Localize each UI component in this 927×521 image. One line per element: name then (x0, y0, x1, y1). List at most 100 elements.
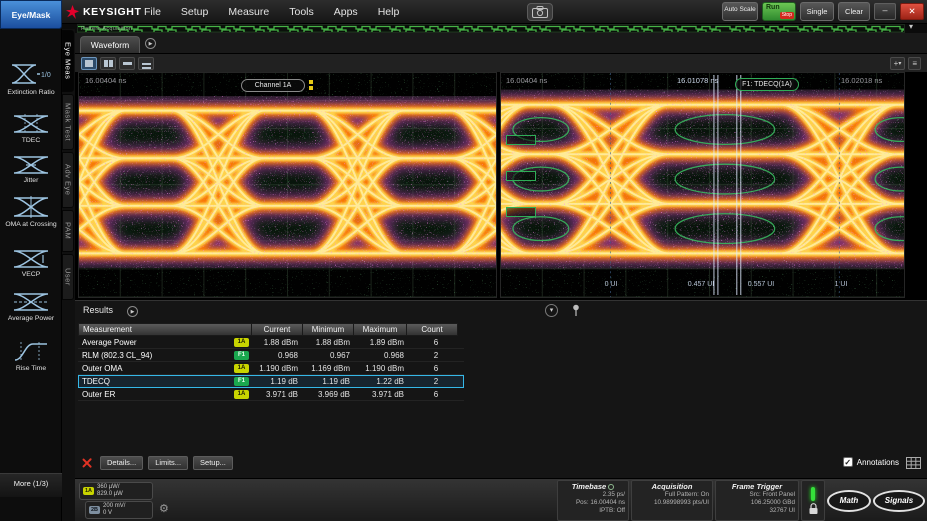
menu-apps[interactable]: Apps (324, 0, 368, 24)
timestamp-left-panel: 16.00404 ns (85, 76, 126, 85)
sidebar-item-extinction-ratio[interactable]: 1/0 Extinction Ratio (0, 61, 62, 97)
sidebar-item-vecp[interactable]: VECP (0, 249, 62, 279)
function-label-pill[interactable]: F1: TDECQ(1A) (735, 78, 799, 91)
table-row[interactable]: Outer ER1A 3.971 dB 3.969 dB 3.971 dB 6 (78, 388, 464, 401)
jitter-icon (13, 155, 49, 175)
waveform-display-area: 16.00404 ns Channel 1A (75, 72, 927, 300)
acquisition-panel[interactable]: Acquisition Full Pattern: On 10.98998993… (631, 480, 713, 521)
sidebar-item-oma-at-crossing[interactable]: OMA at Crossing (0, 195, 62, 229)
col-current[interactable]: Current (251, 323, 303, 336)
stop-badge[interactable]: Stop (780, 12, 794, 19)
col-measurement[interactable]: Measurement (78, 323, 252, 336)
sidebar-item-jitter[interactable]: Jitter (0, 155, 62, 185)
mode-button-eye-mask[interactable]: Eye/Mask (0, 0, 62, 29)
measurement-name: Outer ER (82, 390, 115, 399)
sidebar-mode-tabs: Eye Meas Mask Test Adv Eye PAM User (62, 29, 75, 521)
col-maximum[interactable]: Maximum (353, 323, 407, 336)
maximum-value: 1.190 dBm (356, 364, 410, 373)
current-value: 1.190 dBm (252, 364, 304, 373)
eye-diagram-panel-right[interactable]: 16.00404 ns 16.01078 ns F1: TDECQ(1A) 16… (500, 72, 905, 298)
lock-icon (808, 503, 819, 515)
maximum-value: 0.968 (356, 351, 410, 360)
channel-offset: 829.0 µW (97, 491, 123, 498)
measurement-name: TDECQ (82, 377, 110, 386)
threshold-level-marker (506, 207, 536, 217)
signals-button[interactable]: Signals (873, 490, 925, 512)
clear-button[interactable]: Clear (838, 2, 870, 21)
pin-icon[interactable] (571, 304, 581, 322)
sidebar-item-average-power[interactable]: Average Power (0, 291, 62, 323)
layout-single-button[interactable] (81, 57, 97, 70)
channel-2b-readout[interactable]: 2B 200 mV/ 0 V (85, 501, 153, 519)
results-play-icon[interactable]: ▶ (127, 306, 138, 317)
timebase-icon (608, 484, 614, 490)
minimize-button[interactable]: – (874, 3, 896, 20)
setup-button[interactable]: Setup... (193, 456, 233, 470)
waveform-play-icon[interactable]: ▶ (145, 38, 156, 49)
pattern-acquisition-strip[interactable]: Pattern Acquisition (77, 24, 905, 33)
layout-quad-button[interactable] (119, 57, 135, 70)
tab-user[interactable]: User (62, 254, 74, 300)
count-value: 6 (410, 390, 462, 399)
gear-icon[interactable]: ⚙ (159, 502, 169, 515)
close-button[interactable]: ✕ (900, 3, 924, 20)
limits-button[interactable]: Limits... (148, 456, 188, 470)
frame-trigger-source: Src: Front Panel (719, 491, 795, 499)
run-button[interactable]: Run Stop (762, 2, 796, 21)
results-title: Results (83, 305, 113, 315)
tab-waveform[interactable]: Waveform (80, 36, 140, 53)
col-count[interactable]: Count (406, 323, 458, 336)
more-measurements-button[interactable]: More (1/3) (0, 473, 62, 497)
layout-stack-button[interactable] (138, 57, 154, 70)
channel-color-dot (309, 86, 313, 90)
frame-trigger-rate: 106.25000 GBd (719, 499, 795, 507)
results-collapse-icon[interactable]: ▾ (545, 304, 558, 317)
chevron-down-icon: ▾ (898, 60, 901, 67)
screenshot-button[interactable] (527, 3, 553, 21)
timebase-panel[interactable]: Timebase 2.35 ps/ Pos: 16.00404 ns IPTB:… (557, 480, 629, 521)
channel-1a-readout[interactable]: 1A 360 µW/ 829.0 µW (79, 482, 153, 500)
details-button[interactable]: Details... (100, 456, 143, 470)
sidebar-item-label: TDEC (22, 137, 41, 144)
auto-scale-button[interactable]: Auto Scale (722, 2, 758, 21)
limit-fail-icon (82, 458, 92, 468)
pattern-dropdown-icon[interactable]: ▾ (909, 22, 913, 31)
menu-measure[interactable]: Measure (218, 0, 279, 24)
tab-pam[interactable]: PAM (62, 210, 74, 252)
annotations-checkbox[interactable]: ✓ (843, 457, 853, 467)
menu-file[interactable]: File (134, 0, 171, 24)
frame-trigger-panel[interactable]: Frame Trigger Src: Front Panel 106.25000… (715, 480, 799, 521)
tab-mask-test[interactable]: Mask Test (62, 94, 74, 150)
menu-help[interactable]: Help (368, 0, 410, 24)
tab-eye-meas[interactable]: Eye Meas (62, 30, 74, 92)
sidebar-item-rise-time[interactable]: Rise Time (0, 341, 62, 373)
math-button[interactable]: Math (827, 490, 871, 512)
display-toolbar: +▾ ≡ (75, 53, 927, 72)
add-marker-button[interactable]: +▾ (890, 57, 906, 70)
measurement-name: RLM (802.3 CL_94) (82, 351, 152, 360)
source-badge: 1A (234, 338, 249, 347)
measurement-name: Outer OMA (82, 364, 122, 373)
timebase-iptb: IPTB: Off (561, 507, 625, 515)
col-minimum[interactable]: Minimum (302, 323, 354, 336)
timebase-title: Timebase (572, 482, 606, 491)
results-panel: Results ▶ ▾ Measurement Current Minimum … (75, 300, 927, 478)
sidebar-item-tdec[interactable]: TDEC (0, 113, 62, 145)
vecp-icon (13, 249, 49, 269)
table-row-selected[interactable]: TDECQF1 1.19 dB 1.19 dB 1.22 dB 2 (78, 375, 464, 388)
measurement-sidebar: 1/0 Extinction Ratio TDEC Jitter (0, 29, 62, 521)
eye-diagram-panel-left[interactable]: 16.00404 ns Channel 1A (78, 72, 497, 298)
table-row[interactable]: RLM (802.3 CL_94)F1 0.968 0.967 0.968 2 (78, 349, 464, 362)
tab-adv-eye[interactable]: Adv Eye (62, 152, 74, 208)
layout-split-button[interactable] (100, 57, 116, 70)
menu-tools[interactable]: Tools (279, 0, 324, 24)
single-button[interactable]: Single (800, 2, 834, 21)
grid-view-icon[interactable] (906, 456, 921, 474)
acquisition-full-pattern: Full Pattern: On (635, 491, 709, 499)
table-row[interactable]: Average Power1A 1.88 dBm 1.88 dBm 1.89 d… (78, 336, 464, 349)
display-menu-button[interactable]: ≡ (908, 57, 921, 70)
table-row[interactable]: Outer OMA1A 1.190 dBm 1.169 dBm 1.190 dB… (78, 362, 464, 375)
menu-setup[interactable]: Setup (171, 0, 218, 24)
lock-status[interactable] (801, 480, 825, 521)
channel-label-pill[interactable]: Channel 1A (241, 79, 305, 92)
